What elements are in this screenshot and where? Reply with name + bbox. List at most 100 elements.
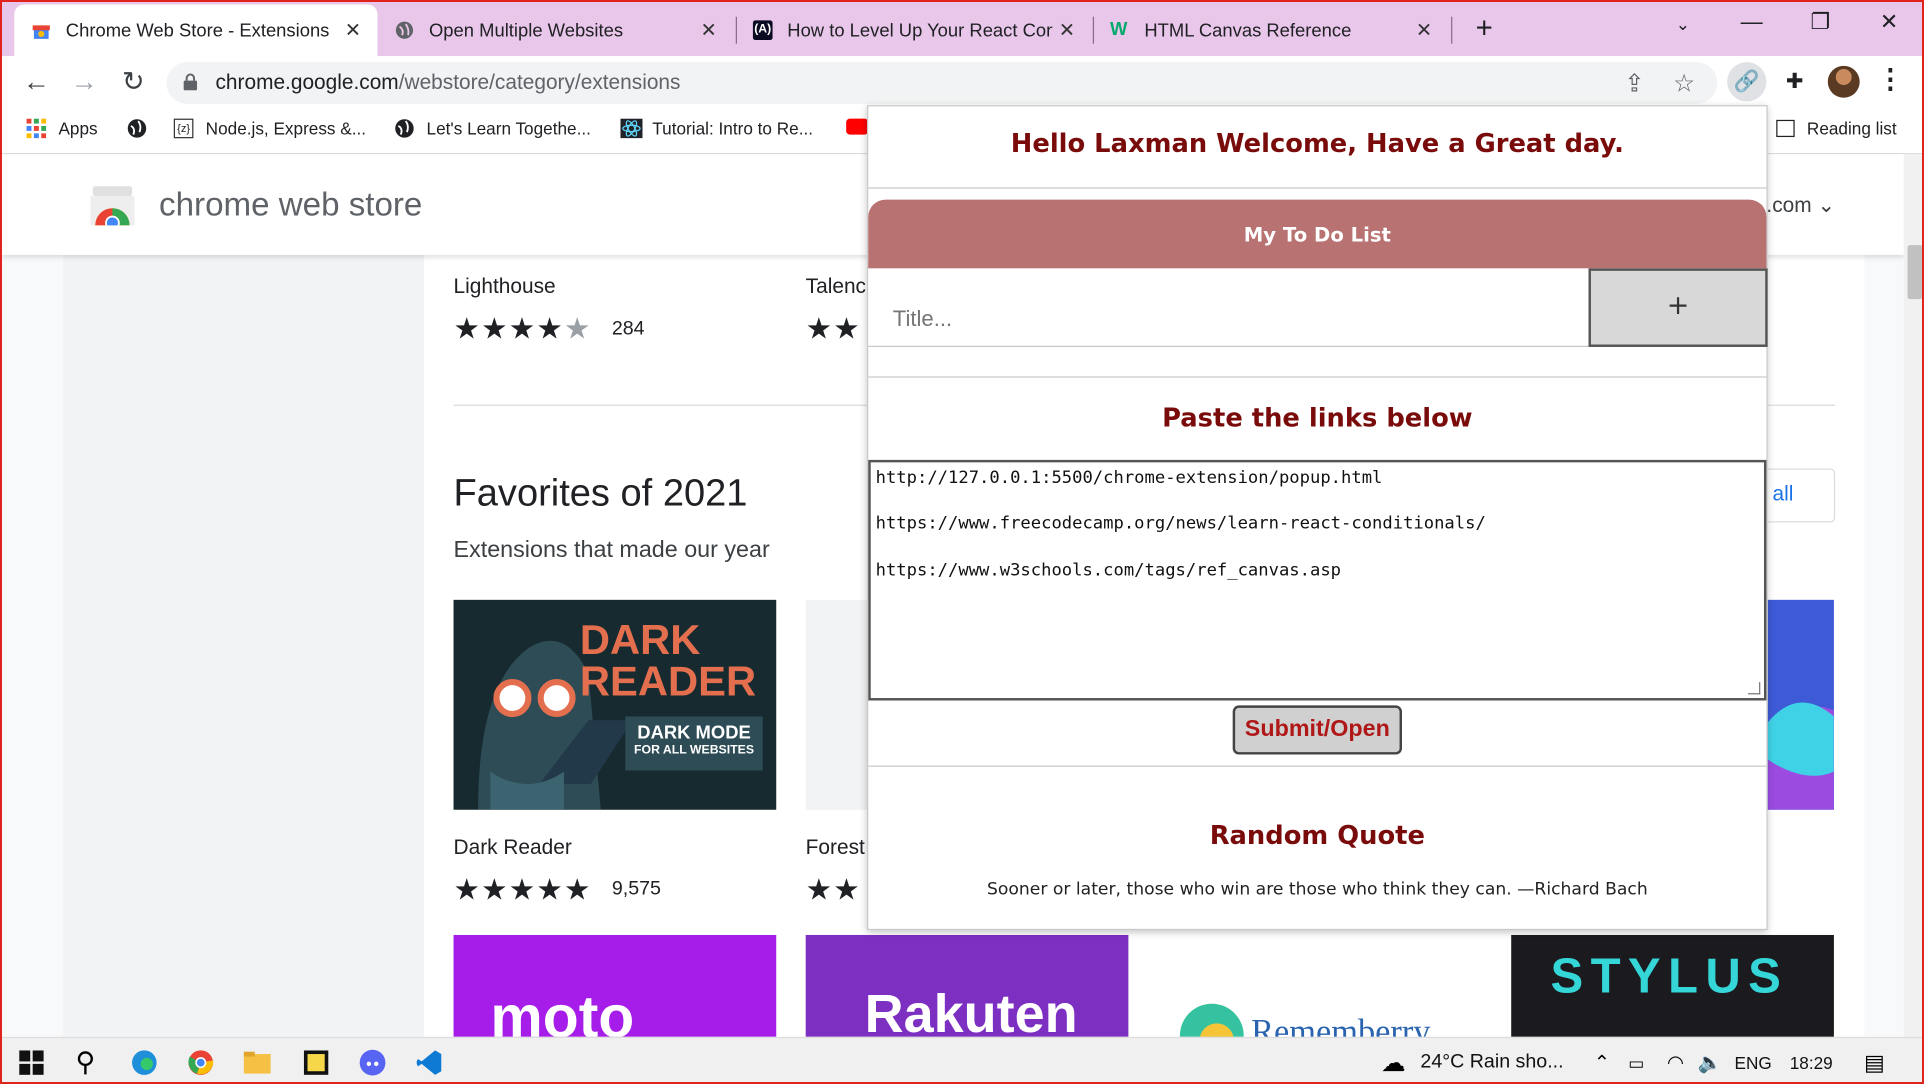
menu-kebab-icon[interactable]: ⋮ [1877, 65, 1904, 93]
edge-icon[interactable] [130, 1048, 159, 1077]
links-textarea[interactable]: http://127.0.0.1:5500/chrome-extension/p… [868, 459, 1767, 701]
url-text: chrome.google.com/webstore/category/exte… [215, 71, 680, 96]
tab-react-conditionals[interactable]: (A) How to Level Up Your React Condition… [736, 4, 1092, 56]
close-icon[interactable]: ✕ [694, 18, 723, 43]
greeting-heading: Hello Laxman Welcome, Have a Great day. [1010, 128, 1624, 158]
bookmark-react-tutorial[interactable]: Tutorial: Intro to Re... [620, 118, 814, 139]
moto-tile[interactable]: moto [453, 934, 777, 1037]
freecodecamp-icon: (A) [752, 20, 773, 41]
store-title: chrome web store [159, 186, 423, 223]
tab-strip: Chrome Web Store - Extensions ✕ Open Mul… [2, 2, 1922, 57]
clock[interactable]: 18:29 [1790, 1053, 1833, 1073]
section-title: Favorites of 2021 [453, 470, 748, 514]
tile-logo-text: Rememberry [1251, 1013, 1431, 1037]
chevron-down-icon: ⌄ [1817, 193, 1835, 217]
extensions-puzzle-icon[interactable]: ✚ [1775, 62, 1814, 101]
vscode-icon[interactable] [414, 1048, 443, 1077]
page-margin [1864, 254, 1904, 1037]
item-lighthouse-name[interactable]: Lighthouse [454, 275, 556, 300]
chevron-up-icon[interactable]: ⌃ [1587, 1048, 1616, 1077]
item-forest-name[interactable]: Forest [806, 836, 865, 861]
item-talend-name[interactable]: Talenc [806, 275, 866, 300]
youtube-icon [846, 118, 869, 135]
section-subtitle: Extensions that made our year [453, 537, 770, 564]
url-path: /webstore/category/extensions [398, 70, 681, 95]
todo-title-input[interactable] [868, 268, 1589, 347]
close-window-icon[interactable]: ✕ [1865, 9, 1914, 35]
close-icon[interactable]: ✕ [1409, 18, 1438, 43]
minimize-icon[interactable]: — [1727, 9, 1776, 35]
close-icon[interactable]: ✕ [1052, 18, 1081, 43]
bookmark-star-icon[interactable]: ☆ [1673, 68, 1695, 99]
tab-title: Chrome Web Store - Extensions [65, 19, 330, 41]
file-explorer-icon[interactable] [242, 1048, 271, 1077]
language-indicator[interactable]: ENG [1735, 1053, 1772, 1073]
tab-chrome-web-store[interactable]: Chrome Web Store - Extensions ✕ [14, 4, 378, 57]
tile-logo-text: moto [490, 985, 635, 1037]
share-icon[interactable]: ⇪ [1624, 68, 1645, 99]
battery-icon[interactable]: ▭ [1622, 1048, 1651, 1077]
submit-open-button[interactable]: Submit/Open [1232, 705, 1403, 755]
tile-artwork [1767, 702, 1834, 810]
bookmark-label: Let's Learn Togethe... [426, 118, 591, 139]
sticky-notes-icon[interactable] [301, 1048, 330, 1077]
rakuten-tile[interactable]: Rakuten [805, 934, 1129, 1037]
weather-icon[interactable]: ☁ [1379, 1048, 1408, 1077]
bookmark-label: Node.js, Express &... [205, 118, 367, 139]
rating-stars: ★★ [805, 312, 861, 346]
screenshot-frame: Chrome Web Store - Extensions ✕ Open Mul… [0, 0, 1924, 1084]
windows-start-icon[interactable] [17, 1048, 46, 1077]
link-extension-icon[interactable]: 🔗 [1727, 62, 1767, 102]
search-icon[interactable]: ⚲ [71, 1047, 100, 1078]
rating-count: 9,575 [611, 878, 661, 900]
chrome-icon[interactable] [186, 1048, 215, 1077]
reading-list[interactable]: Reading list [1776, 119, 1897, 138]
tab-open-multiple-websites[interactable]: Open Multiple Websites ✕ [377, 4, 733, 56]
windows-taskbar: ⚲ ☁ 24°C Rain sho... ⌃ ▭ ◠ 🔈 ENG 18:29 ▤ [2, 1036, 1922, 1082]
rating-count: 284 [611, 318, 645, 340]
apps-grid-icon [26, 118, 47, 139]
back-icon[interactable]: ← [19, 66, 53, 98]
dark-reader-tile[interactable]: DARK READER DARK MODE FOR ALL WEBSITES [453, 599, 777, 810]
account-email: .com [1766, 193, 1812, 217]
stylus-tile[interactable]: STYLUS [1511, 934, 1834, 1037]
weather-text[interactable]: 24°C Rain sho... [1420, 1052, 1563, 1074]
profile-avatar[interactable] [1827, 65, 1860, 98]
address-bar[interactable]: chrome.google.com/webstore/category/exte… [166, 62, 1718, 104]
tab-title: Open Multiple Websites [428, 19, 624, 41]
rating-stars: ★★ [805, 873, 861, 907]
extension-popup: Hello Laxman Welcome, Have a Great day. … [867, 105, 1768, 931]
item-dark-reader-name[interactable]: Dark Reader [454, 836, 572, 861]
tab-html-canvas-reference[interactable]: W HTML Canvas Reference ✕ [1093, 4, 1449, 56]
bookmark-globe[interactable] [127, 119, 159, 139]
bookmark-label: Tutorial: Intro to Re... [652, 118, 814, 139]
discord-icon[interactable] [358, 1048, 387, 1077]
add-todo-button[interactable]: + [1588, 268, 1768, 347]
bookmark-apps[interactable]: Apps [26, 118, 98, 139]
third-tile[interactable] [1767, 599, 1834, 810]
random-quote-heading: Random Quote [1209, 820, 1425, 851]
new-tab-button[interactable]: + [1469, 12, 1498, 46]
globe-icon [127, 119, 147, 139]
restore-icon[interactable]: ❐ [1796, 9, 1845, 35]
close-icon[interactable]: ✕ [338, 18, 367, 43]
volume-icon[interactable]: 🔈 [1695, 1048, 1724, 1077]
forward-icon[interactable]: → [67, 66, 101, 98]
reload-icon[interactable]: ↻ [116, 66, 150, 98]
url-host: chrome.google.com [215, 70, 399, 95]
notifications-icon[interactable]: ▤ [1860, 1048, 1889, 1077]
account-menu[interactable]: .com ⌄ [1766, 194, 1835, 219]
divider [868, 187, 1767, 189]
logo-line-2: READER [579, 658, 757, 706]
scrollbar-thumb[interactable] [1907, 245, 1922, 300]
bookmark-lets-learn[interactable]: Let's Learn Togethe... [395, 118, 591, 139]
resize-handle-icon[interactable] [1748, 682, 1761, 695]
rating-stars: ★★★★★ [453, 312, 592, 346]
wifi-icon[interactable]: ◠ [1661, 1048, 1690, 1077]
rememberry-tile[interactable]: Rememberry [1157, 934, 1481, 1037]
bookmark-nodejs[interactable]: {z} Node.js, Express &... [173, 118, 367, 139]
forest-tile[interactable] [805, 599, 868, 810]
paste-links-heading: Paste the links below [1162, 403, 1473, 433]
tab-search-icon[interactable]: ⌄ [1658, 14, 1707, 35]
chrome-web-store-logo [90, 186, 135, 226]
